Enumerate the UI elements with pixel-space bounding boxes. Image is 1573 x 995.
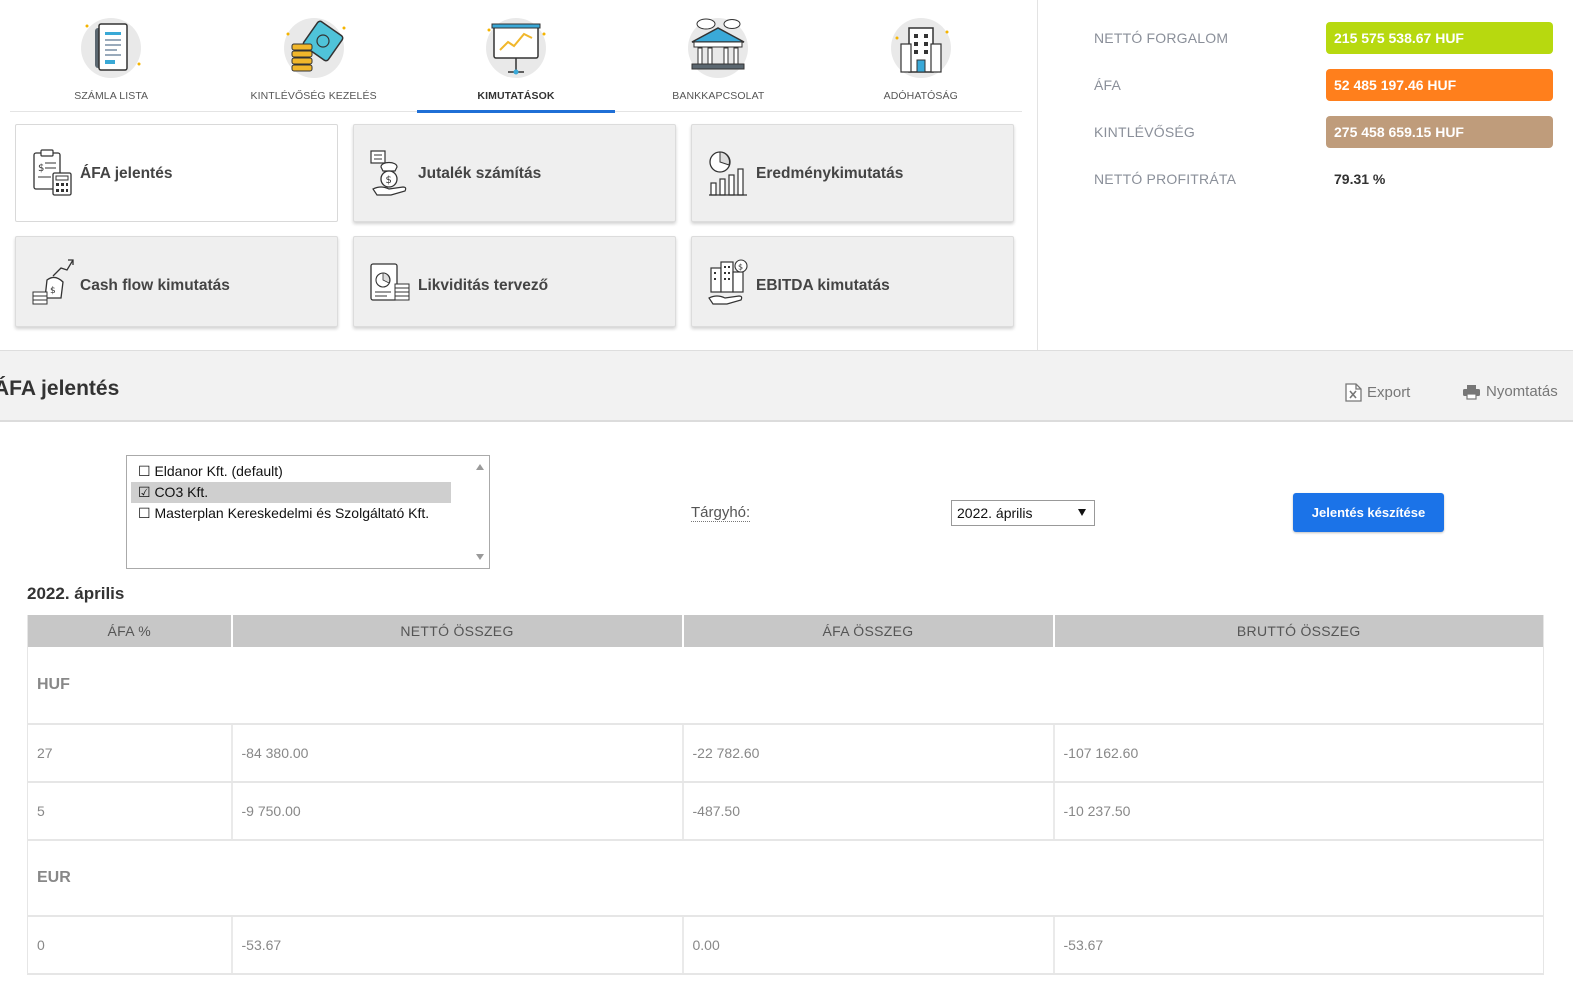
company-multiselect[interactable]: ☐ Eldanor Kft. (default) ☑ CO3 Kft. ☐ Ma…: [126, 455, 490, 569]
table-cell: 0: [27, 916, 233, 975]
table-header-row: ÁFA % NETTÓ ÖSSZEG ÁFA ÖSSZEG BRUTTÓ ÖSS…: [27, 615, 1544, 647]
tab-kintlevoseg-kezeles[interactable]: KINTLÉVŐSÉG KEZELÉS: [212, 0, 414, 112]
ebitda-icon: $: [708, 259, 748, 305]
generate-report-button[interactable]: Jelentés készítése: [1293, 493, 1444, 532]
tab-label: SZÁMLA LISTA: [74, 90, 149, 102]
period-select-value: 2022. április: [957, 505, 1033, 521]
currency-group-row: HUF: [27, 647, 1544, 725]
table-cell: -107 162.60: [1053, 724, 1544, 783]
bank-icon: [688, 18, 749, 78]
currency-group-row: EUR: [27, 840, 1544, 917]
svg-text:$: $: [50, 286, 56, 296]
table-cell: -10 237.50: [1053, 782, 1544, 841]
print-label: Nyomtatás: [1486, 383, 1558, 400]
liquidity-planner-icon: [370, 263, 410, 301]
table-row: 5 -9 750.00 -487.50 -10 237.50: [27, 782, 1544, 841]
tab-label: ADÓHATÓSÁG: [883, 90, 958, 102]
report-period-title: 2022. április: [27, 584, 125, 603]
stat-value: 52 485 197.46 HUF: [1326, 69, 1553, 101]
card-jutalek-szamitas[interactable]: $ Jutalék számítás: [353, 124, 676, 222]
section-header: ÁFA jelentés Export Nyomtatás: [0, 350, 1573, 422]
table-cell: -9 750.00: [231, 782, 684, 841]
stat-netto-profitrata: NETTÓ PROFITRÁTA 79.31 %: [1094, 163, 1554, 195]
stat-label: NETTÓ PROFITRÁTA: [1094, 171, 1237, 187]
company-option-eldanor[interactable]: ☐ Eldanor Kft. (default): [131, 461, 451, 482]
scroll-up-icon[interactable]: [476, 464, 484, 470]
stat-value: 79.31 %: [1334, 171, 1386, 187]
table-cell: -487.50: [682, 782, 1055, 841]
invoice-list-icon: [81, 18, 142, 78]
tab-label: KINTLÉVŐSÉG KEZELÉS: [250, 90, 377, 102]
table-row: 0 -53.67 0.00 -53.67: [27, 916, 1544, 975]
table-row: 27 -84 380.00 -22 782.60 -107 162.60: [27, 724, 1544, 783]
page-title: ÁFA jelentés: [0, 377, 120, 400]
printer-icon: [1463, 384, 1480, 400]
company-option-co3[interactable]: ☑ CO3 Kft.: [131, 482, 451, 503]
receivables-icon: [283, 18, 346, 78]
card-ebitda-kimutatas[interactable]: $ EBITDA kimutatás: [691, 236, 1014, 327]
period-label: Tárgyhó:: [691, 504, 751, 522]
stat-label: ÁFA: [1094, 77, 1122, 93]
column-header[interactable]: BRUTTÓ ÖSSZEG: [1053, 615, 1544, 647]
tab-kimutatasok[interactable]: KIMUTATÁSOK: [415, 0, 617, 113]
stat-kintlevoseg: KINTLÉVŐSÉG 275 458 659.15 HUF: [1094, 116, 1554, 148]
table-cell: -84 380.00: [231, 724, 684, 783]
tax-office-icon: [890, 18, 951, 78]
svg-text:$: $: [386, 175, 392, 186]
card-eredmenykimutatas[interactable]: Eredménykimutatás: [691, 124, 1014, 222]
card-label: Cash flow kimutatás: [80, 277, 230, 294]
export-label: Export: [1367, 384, 1411, 401]
stat-value: 275 458 659.15 HUF: [1326, 116, 1553, 148]
table-cell: 27: [27, 724, 233, 783]
currency-label: HUF: [27, 647, 1544, 725]
stat-value: 215 575 538.67 HUF: [1326, 22, 1553, 54]
stat-label: KINTLÉVŐSÉG: [1094, 124, 1196, 140]
card-cash-flow-kimutatas[interactable]: $ Cash flow kimutatás: [15, 236, 338, 327]
card-afa-jelentes[interactable]: $ ÁFA jelentés: [15, 124, 338, 222]
card-label: ÁFA jelentés: [80, 165, 173, 182]
module-area: SZÁMLA LISTA KINTLÉVŐSÉG KEZELÉS KIMUTAT…: [0, 0, 1037, 350]
excel-file-icon: [1345, 383, 1362, 402]
table-cell: 0.00: [682, 916, 1055, 975]
list-scrollbar[interactable]: [471, 456, 489, 568]
vat-report-table: ÁFA % NETTÓ ÖSSZEG ÁFA ÖSSZEG BRUTTÓ ÖSS…: [27, 615, 1544, 975]
table-cell: -22 782.60: [682, 724, 1055, 783]
svg-text:$: $: [38, 163, 44, 174]
card-label: Eredménykimutatás: [756, 165, 904, 182]
card-label: Jutalék számítás: [418, 165, 542, 182]
stat-afa: ÁFA 52 485 197.46 HUF: [1094, 69, 1554, 101]
module-tabs: SZÁMLA LISTA KINTLÉVŐSÉG KEZELÉS KIMUTAT…: [10, 0, 1022, 113]
company-option-masterplan[interactable]: ☐ Masterplan Kereskedelmi és Szolgáltató…: [131, 503, 451, 524]
tab-szamla-lista[interactable]: SZÁMLA LISTA: [10, 0, 212, 112]
card-likviditas-tervezo[interactable]: Likviditás tervező: [353, 236, 676, 327]
reports-presentation-icon: [485, 18, 546, 78]
tab-label: KIMUTATÁSOK: [477, 90, 555, 102]
period-select[interactable]: 2022. április: [951, 500, 1095, 526]
print-button[interactable]: Nyomtatás: [1462, 383, 1558, 400]
stat-netto-forgalom: NETTÓ FORGALOM 215 575 538.67 HUF: [1094, 22, 1554, 54]
currency-label: EUR: [27, 840, 1544, 917]
table-cell: -53.67: [231, 916, 684, 975]
tab-bankkapcsolat[interactable]: BANKKAPCSOLAT: [617, 0, 819, 112]
column-header[interactable]: ÁFA ÖSSZEG: [682, 615, 1055, 647]
tab-adohatosag[interactable]: ADÓHATÓSÁG: [820, 0, 1022, 112]
card-label: Likviditás tervező: [418, 277, 549, 294]
vat-calculator-icon: $: [33, 149, 72, 196]
scroll-down-icon[interactable]: [476, 554, 484, 560]
svg-text:$: $: [738, 263, 743, 272]
table-cell: -53.67: [1053, 916, 1544, 975]
chevron-down-icon: [1078, 509, 1086, 516]
tab-label: BANKKAPCSOLAT: [672, 90, 765, 102]
cash-flow-icon: $: [32, 259, 74, 305]
commission-hand-icon: $: [370, 150, 407, 196]
stat-label: NETTÓ FORGALOM: [1094, 30, 1229, 46]
summary-panel: NETTÓ FORGALOM 215 575 538.67 HUF ÁFA 52…: [1037, 0, 1573, 350]
export-button[interactable]: Export: [1345, 383, 1410, 402]
table-cell: 5: [27, 782, 233, 841]
top-panel: SZÁMLA LISTA KINTLÉVŐSÉG KEZELÉS KIMUTAT…: [0, 0, 1573, 350]
card-label: EBITDA kimutatás: [756, 277, 890, 294]
income-chart-icon: [709, 151, 747, 196]
column-header[interactable]: ÁFA %: [27, 615, 233, 647]
column-header[interactable]: NETTÓ ÖSSZEG: [231, 615, 684, 647]
